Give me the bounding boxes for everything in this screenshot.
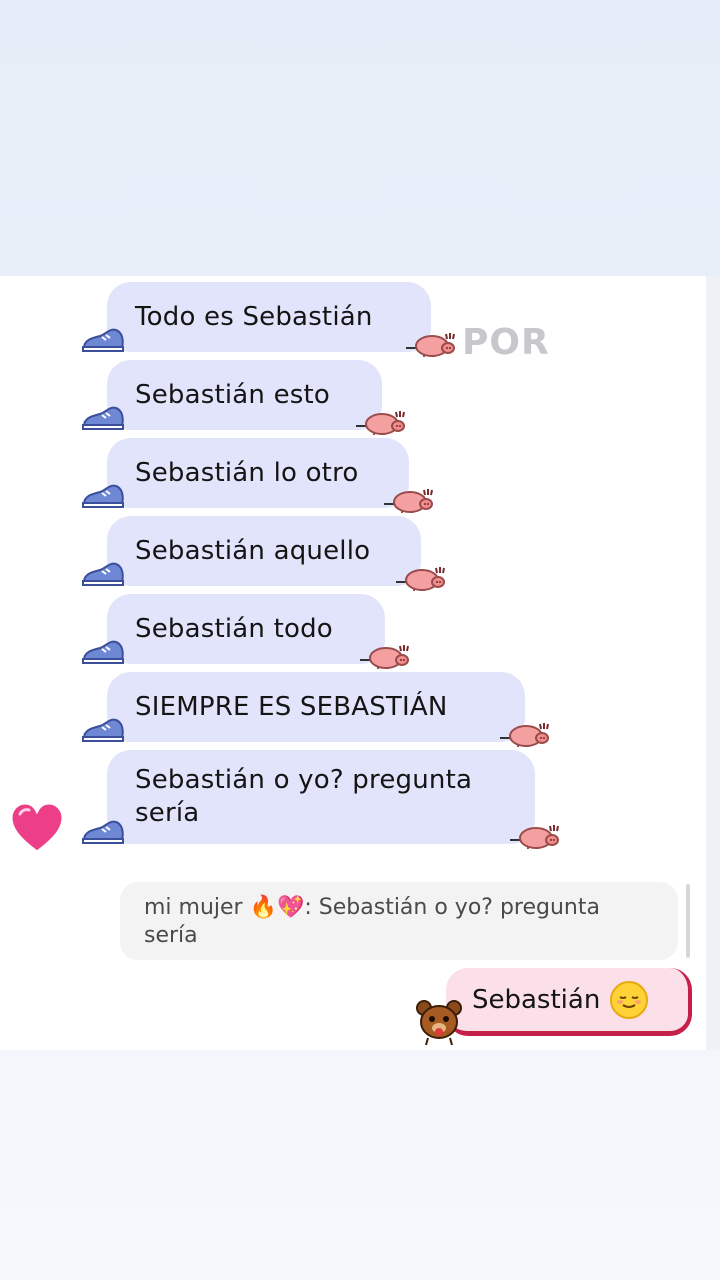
pig-icon xyxy=(498,718,552,748)
bear-icon xyxy=(416,1000,462,1046)
reply-text: Sebastián xyxy=(472,984,601,1015)
message-text: Sebastián aquello xyxy=(135,536,371,566)
quoted-message[interactable]: mi mujer 🔥💖: Sebastián o yo? pregunta se… xyxy=(120,882,678,960)
message-text: Sebastián esto xyxy=(135,380,331,410)
message-bubble[interactable]: Sebastián todo xyxy=(107,594,385,664)
shoe-icon xyxy=(80,716,126,744)
message-text-line2: sería xyxy=(135,798,200,828)
message-bubble[interactable]: Sebastián aquello xyxy=(107,516,421,586)
quote-scrollbar xyxy=(686,884,690,958)
relieved-face-icon xyxy=(610,980,649,1019)
pig-icon xyxy=(394,562,448,592)
shoe-icon xyxy=(80,326,126,354)
message-text: Todo es Sebastián xyxy=(135,302,373,332)
pig-icon xyxy=(358,640,412,670)
message-text-line1: Sebastián o yo? pregunta xyxy=(135,765,473,795)
shoe-icon xyxy=(80,638,126,666)
quoted-line1: mi mujer 🔥💖: Sebastián o yo? pregunta xyxy=(144,895,600,920)
heart-icon[interactable] xyxy=(8,800,66,856)
shoe-icon xyxy=(80,482,126,510)
pig-icon xyxy=(508,820,562,850)
message-bubble[interactable]: Sebastián lo otro xyxy=(107,438,409,508)
reply-bubble[interactable]: Sebastián xyxy=(446,968,692,1036)
message-bubble[interactable]: SIEMPRE ES SEBASTIÁN xyxy=(107,672,525,742)
message-text: SIEMPRE ES SEBASTIÁN xyxy=(135,692,448,722)
quoted-line2: sería xyxy=(144,923,198,948)
shoe-icon xyxy=(80,404,126,432)
message-bubble[interactable]: Todo es Sebastián xyxy=(107,282,431,352)
pig-icon xyxy=(354,406,408,436)
shoe-icon xyxy=(80,560,126,588)
pig-icon xyxy=(382,484,436,514)
message-text: Sebastián todo xyxy=(135,614,333,644)
message-text: Sebastián lo otro xyxy=(135,458,359,488)
message-bubble[interactable]: Sebastián esto xyxy=(107,360,382,430)
shoe-icon xyxy=(80,818,126,846)
card-edge xyxy=(706,276,720,1050)
message-bubble[interactable]: Sebastián o yo? pregunta sería xyxy=(107,750,535,844)
watermark: POR xyxy=(462,322,550,363)
pig-icon xyxy=(404,328,458,358)
